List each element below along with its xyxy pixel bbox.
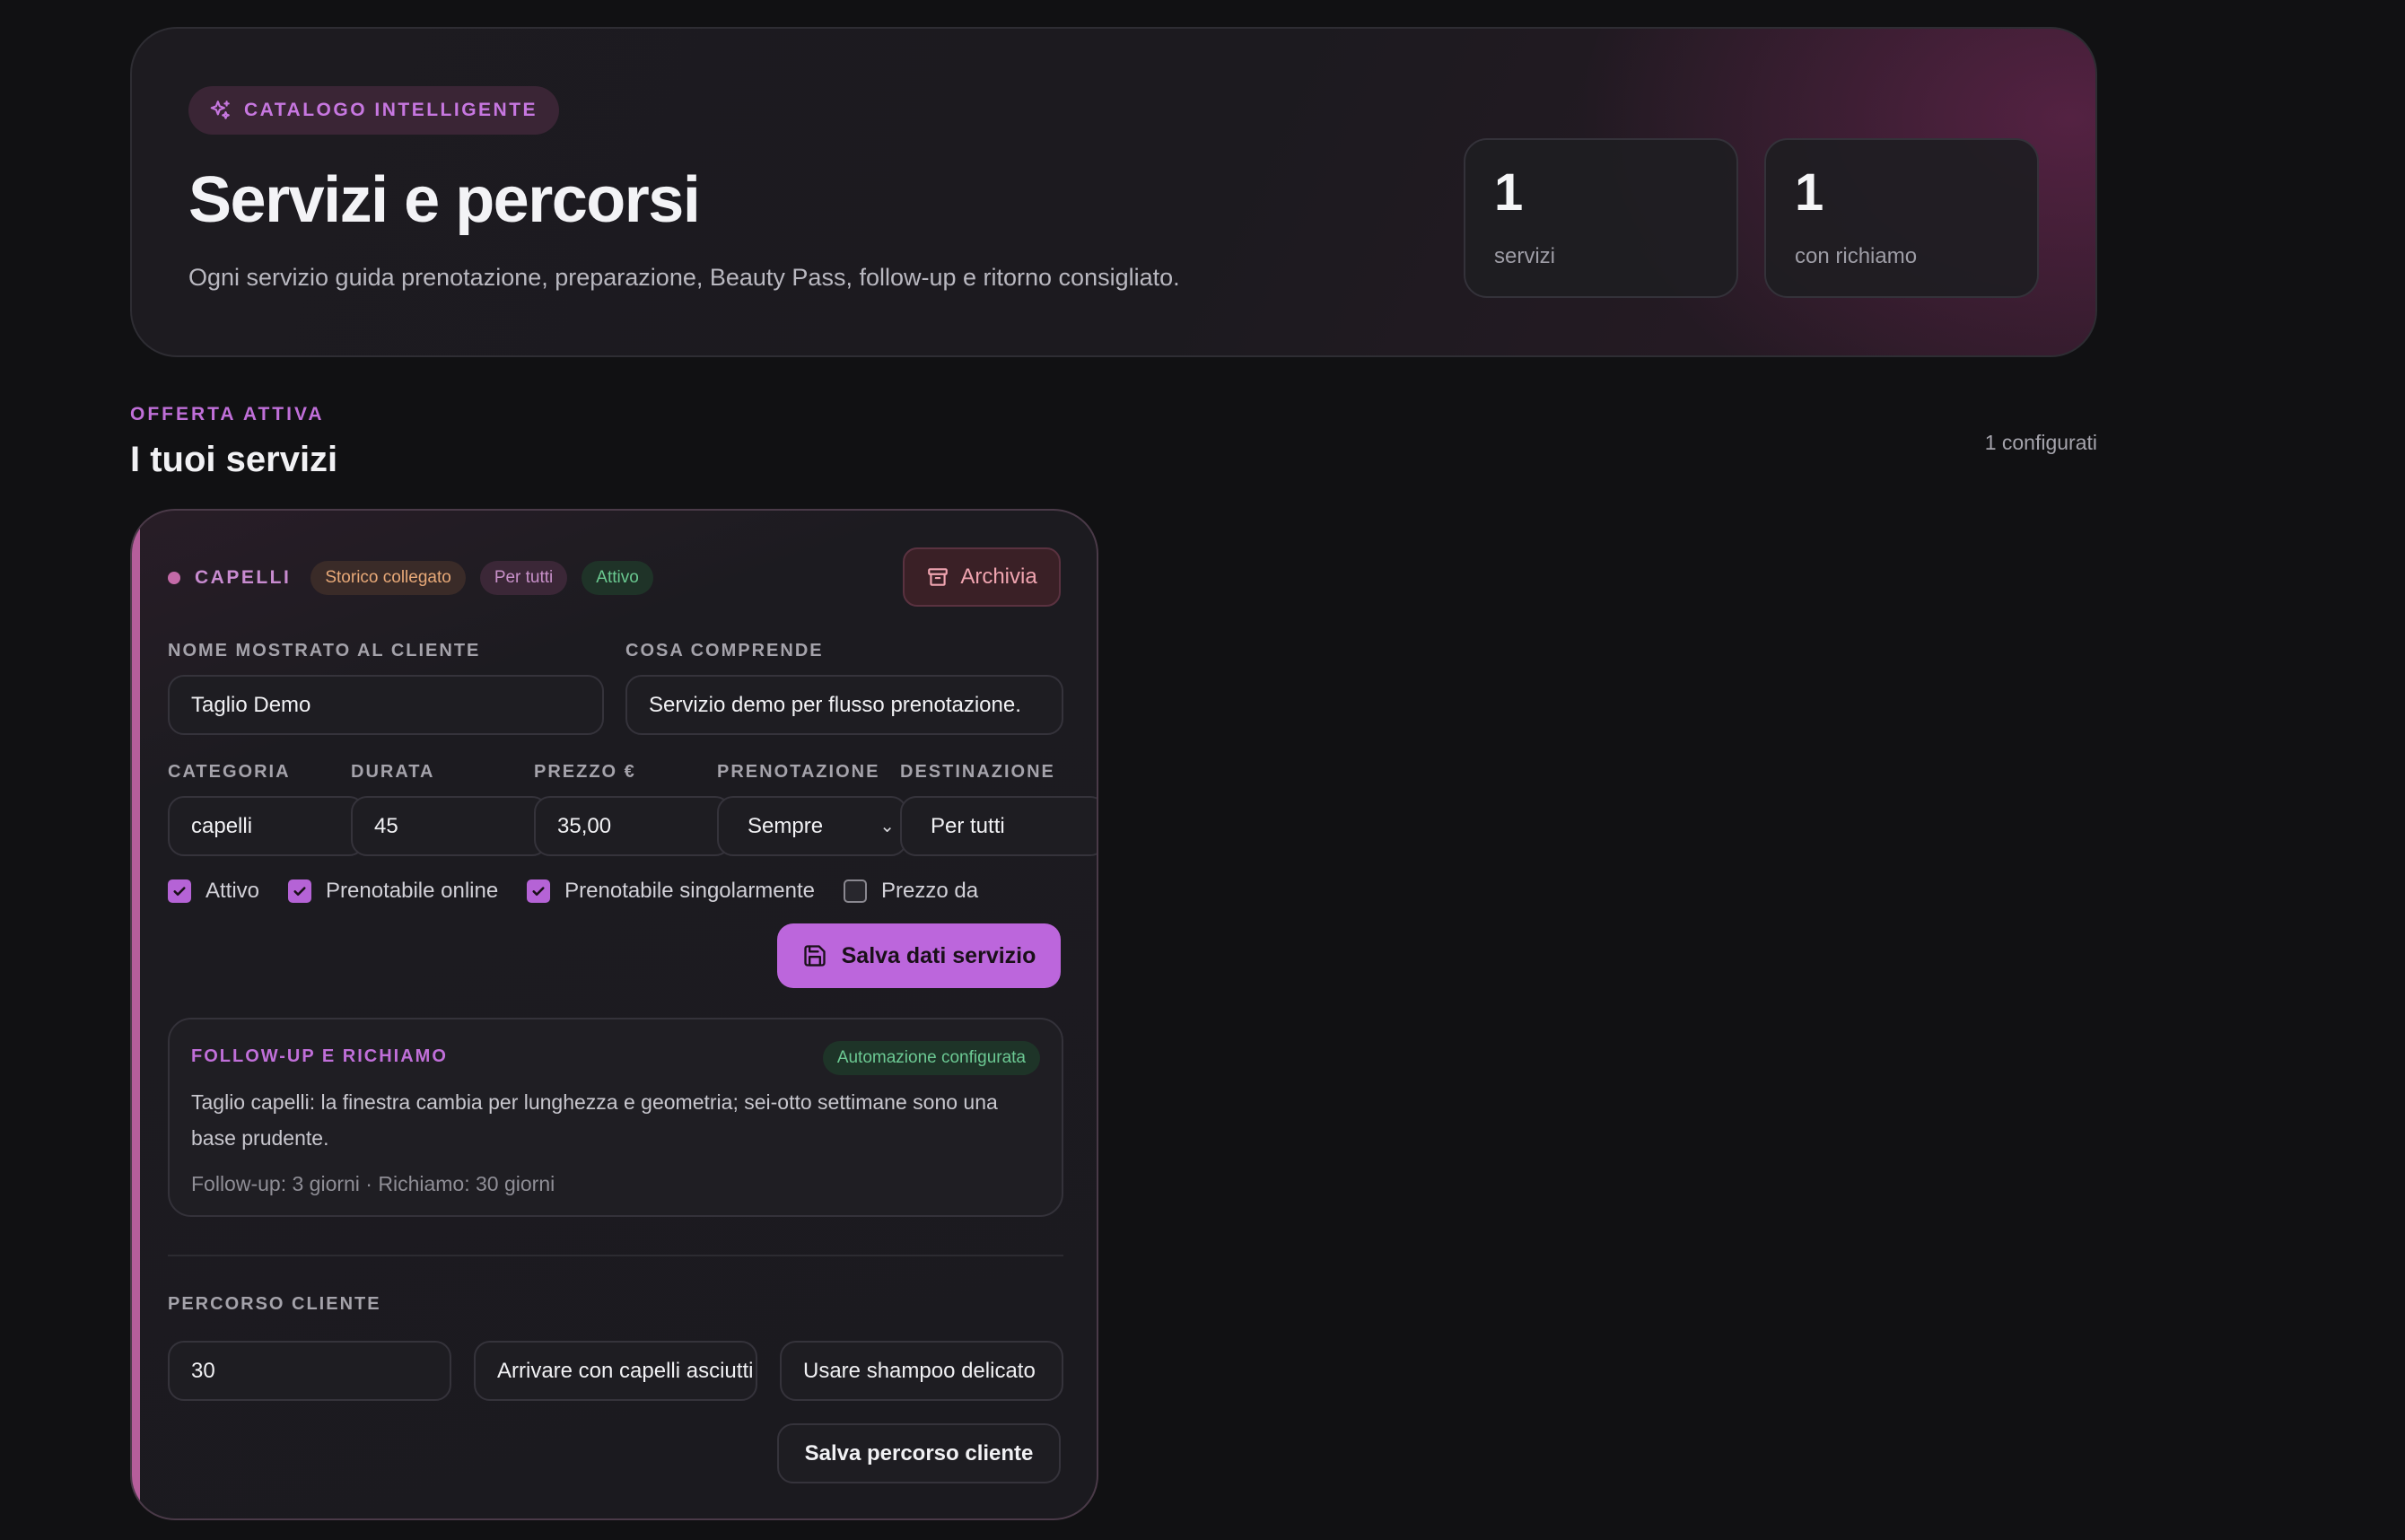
section-title: I tuoi servizi bbox=[130, 440, 338, 479]
journey-preparation-value: Arrivare con capelli asciutti bbox=[497, 1358, 754, 1383]
checkbox-active[interactable]: Attivo bbox=[168, 879, 259, 904]
checkbox-bookable-online[interactable]: Prenotabile online bbox=[288, 879, 498, 904]
automation-badge: Automazione configurata bbox=[822, 1041, 1040, 1075]
service-card: CAPELLI Storico collegato Per tutti Atti… bbox=[130, 509, 1098, 1520]
archive-button-label: Archivia bbox=[960, 564, 1037, 589]
booking-select[interactable]: Sempre ⌄ bbox=[717, 796, 907, 856]
checkbox-price-from-label: Prezzo da bbox=[881, 879, 979, 903]
includes-input-value: Servizio demo per flusso prenotazione. bbox=[649, 692, 1021, 717]
journey-preparation-input[interactable]: Arrivare con capelli asciutti bbox=[474, 1341, 757, 1401]
stat-recall-value: 1 bbox=[1795, 163, 1824, 222]
card-tags: CAPELLI Storico collegato Per tutti Atti… bbox=[168, 561, 653, 595]
stat-services: 1 servizi bbox=[1464, 138, 1738, 298]
followup-meta: Follow-up: 3 giorni · Richiamo: 30 giorn… bbox=[191, 1172, 555, 1195]
category-input[interactable]: capelli bbox=[168, 796, 365, 856]
journey-days-input[interactable]: 30 bbox=[168, 1341, 451, 1401]
category-input-value: capelli bbox=[191, 813, 253, 838]
followup-panel: FOLLOW-UP E RICHIAMO Automazione configu… bbox=[168, 1018, 1063, 1217]
save-journey-button[interactable]: Salva percorso cliente bbox=[777, 1423, 1061, 1483]
duration-input[interactable]: 45 bbox=[351, 796, 548, 856]
page-title: Servizi e percorsi bbox=[188, 164, 701, 236]
name-label: NOME MOSTRATO AL CLIENTE bbox=[168, 641, 481, 661]
service-options: Attivo Prenotabile online Prenotabile si… bbox=[168, 879, 1007, 904]
followup-description: Taglio capelli: la finestra cambia per l… bbox=[191, 1090, 998, 1150]
checkbox-active-label: Attivo bbox=[206, 879, 260, 903]
stat-services-label: servizi bbox=[1494, 244, 1556, 268]
category-field-label: CATEGORIA bbox=[168, 762, 291, 782]
hero-panel: CATALOGO INTELLIGENTE Servizi e percorsi… bbox=[130, 27, 2097, 357]
duration-input-value: 45 bbox=[374, 813, 398, 838]
checkbox-checked-icon bbox=[168, 879, 191, 903]
booking-label: PRENOTAZIONE bbox=[717, 762, 880, 782]
checkbox-checked-icon bbox=[288, 879, 312, 903]
journey-days-value: 30 bbox=[191, 1358, 215, 1383]
archive-button[interactable]: Archivia bbox=[903, 547, 1061, 607]
followup-title: FOLLOW-UP E RICHIAMO bbox=[191, 1046, 448, 1066]
tag-history-linked: Storico collegato bbox=[310, 561, 466, 595]
duration-label: DURATA bbox=[351, 762, 435, 782]
checkbox-checked-icon bbox=[527, 879, 551, 903]
price-input[interactable]: 35,00 bbox=[534, 796, 731, 856]
price-input-value: 35,00 bbox=[557, 813, 612, 838]
destination-input-value: Per tutti bbox=[931, 813, 1005, 838]
price-label: PREZZO € bbox=[534, 762, 636, 782]
checkbox-bookable-single[interactable]: Prenotabile singolarmente bbox=[527, 879, 815, 904]
hero-badge-label: CATALOGO INTELLIGENTE bbox=[244, 100, 538, 120]
save-service-button[interactable]: Salva dati servizio bbox=[777, 923, 1061, 988]
destination-label: DESTINAZIONE bbox=[900, 762, 1055, 782]
booking-select-value: Sempre bbox=[748, 813, 824, 838]
stat-recall: 1 con richiamo bbox=[1764, 138, 2039, 298]
sparkles-icon bbox=[210, 101, 230, 119]
hero-badge: CATALOGO INTELLIGENTE bbox=[188, 86, 560, 135]
save-journey-button-label: Salva percorso cliente bbox=[804, 1440, 1034, 1466]
journey-title: PERCORSO CLIENTE bbox=[168, 1294, 381, 1314]
journey-aftercare-input[interactable]: Usare shampoo delicato bbox=[780, 1341, 1063, 1401]
stat-recall-label: con richiamo bbox=[1795, 244, 1918, 268]
section-eyebrow: OFFERTA ATTIVA bbox=[130, 404, 325, 424]
category-label: CAPELLI bbox=[195, 567, 292, 588]
configured-count: 1 configurati bbox=[1984, 431, 2097, 454]
tag-audience: Per tutti bbox=[479, 561, 568, 595]
name-input-value: Taglio Demo bbox=[191, 692, 311, 717]
checkbox-price-from[interactable]: Prezzo da bbox=[844, 879, 978, 904]
category-dot-icon bbox=[168, 572, 180, 584]
journey-aftercare-value: Usare shampoo delicato bbox=[803, 1358, 1036, 1383]
save-icon bbox=[803, 945, 826, 967]
checkbox-bookable-single-label: Prenotabile singolarmente bbox=[564, 879, 816, 903]
chevron-down-icon: ⌄ bbox=[879, 817, 895, 836]
destination-input[interactable]: Per tutti bbox=[900, 796, 1097, 856]
checkbox-unchecked-icon bbox=[844, 879, 868, 903]
page: CATALOGO INTELLIGENTE Servizi e percorsi… bbox=[0, 0, 2405, 1540]
archive-icon bbox=[928, 568, 949, 586]
divider bbox=[168, 1255, 1063, 1256]
includes-input[interactable]: Servizio demo per flusso prenotazione. bbox=[625, 675, 1063, 735]
stat-services-value: 1 bbox=[1494, 163, 1524, 222]
page-subtitle: Ogni servizio guida prenotazione, prepar… bbox=[188, 264, 1180, 291]
includes-label: COSA COMPRENDE bbox=[625, 641, 824, 661]
checkbox-bookable-online-label: Prenotabile online bbox=[326, 879, 499, 903]
save-service-button-label: Salva dati servizio bbox=[841, 942, 1036, 968]
tag-status: Attivo bbox=[582, 561, 653, 595]
name-input[interactable]: Taglio Demo bbox=[168, 675, 604, 735]
